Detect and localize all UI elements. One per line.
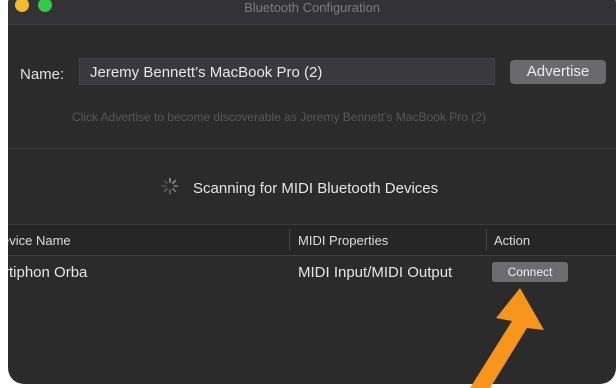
device-table-header: evice Name MIDI Properties Action — [8, 224, 616, 256]
spinner-icon — [161, 177, 179, 195]
column-divider — [486, 229, 487, 251]
column-header-action[interactable]: Action — [494, 233, 530, 248]
arrow-icon — [470, 288, 544, 388]
advertise-button[interactable]: Advertise — [510, 60, 606, 84]
name-label: Name: — [20, 66, 65, 83]
connect-button[interactable]: Connect — [492, 262, 568, 282]
title-bar: Bluetooth Configuration — [8, 0, 616, 25]
table-row[interactable]: rtiphon Orba MIDI Input/MIDI Output Conn… — [8, 256, 616, 284]
name-input[interactable]: Jeremy Bennett’s MacBook Pro (2) — [79, 58, 495, 85]
advertise-hint: Click Advertise to become discoverable a… — [72, 110, 486, 124]
window-title: Bluetooth Configuration — [244, 0, 380, 15]
column-header-midi-properties[interactable]: MIDI Properties — [298, 233, 388, 248]
column-header-device-name[interactable]: evice Name — [8, 233, 71, 248]
scanning-status: Scanning for MIDI Bluetooth Devices — [193, 180, 439, 197]
midi-properties-cell: MIDI Input/MIDI Output — [298, 264, 453, 281]
divider — [8, 148, 616, 149]
column-divider — [289, 229, 290, 251]
device-name-cell: rtiphon Orba — [8, 264, 88, 281]
